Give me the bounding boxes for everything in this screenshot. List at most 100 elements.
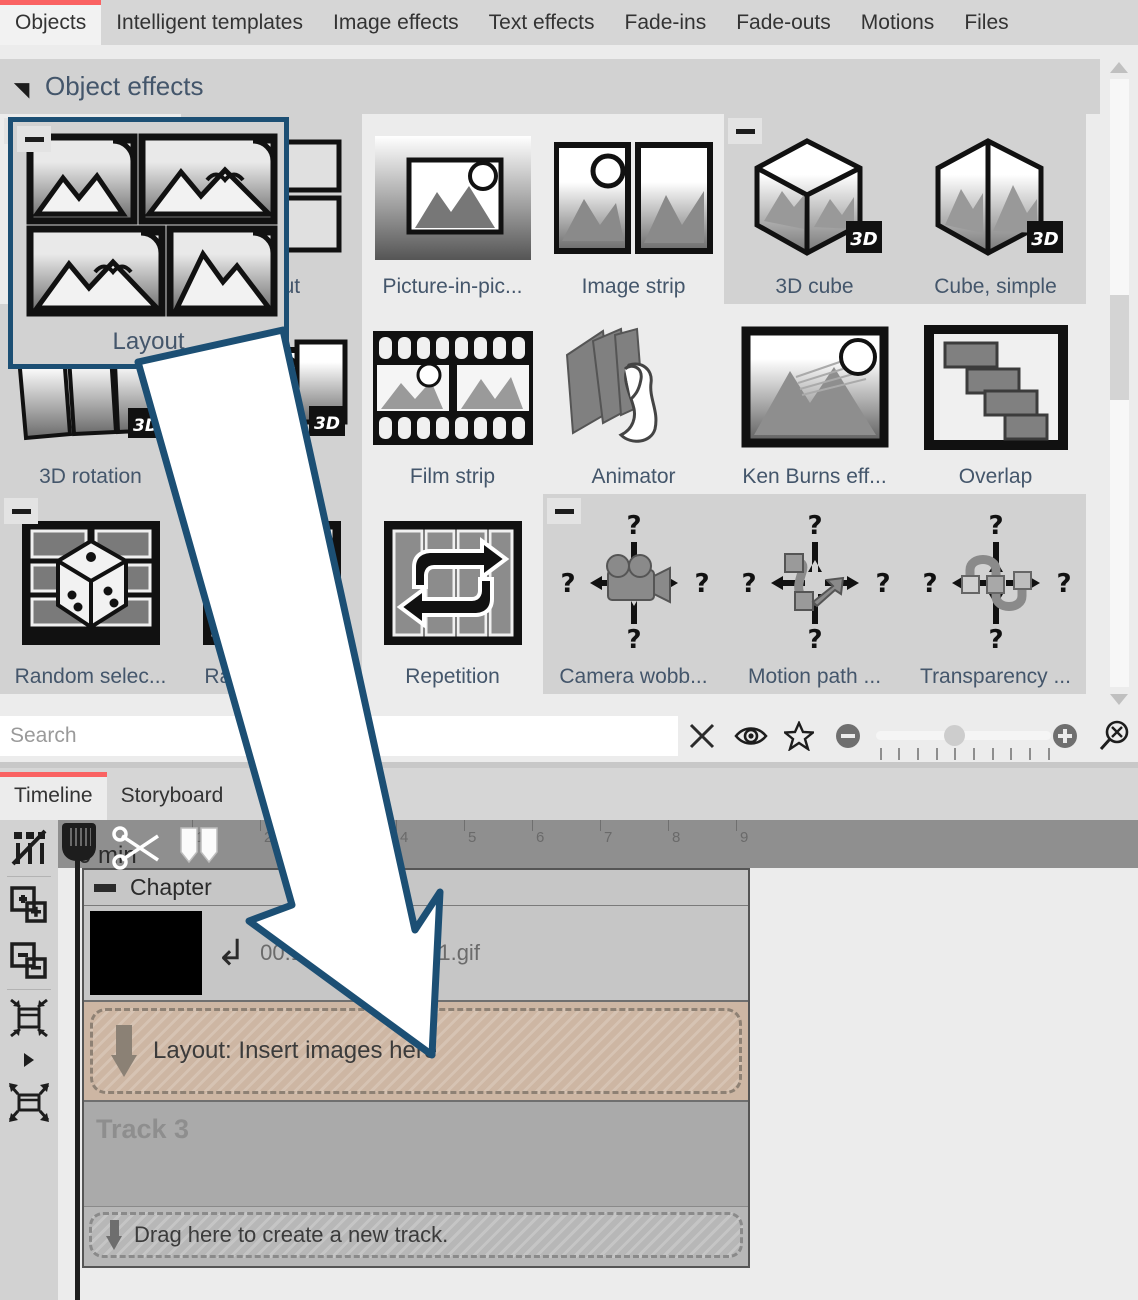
triangle-collapse-icon[interactable] — [14, 75, 37, 98]
eye-icon[interactable] — [727, 710, 775, 762]
tab-fade-ins[interactable]: Fade-ins — [610, 0, 722, 45]
track-row-3[interactable]: Track 3 — [84, 1102, 748, 1207]
effect-item-cube-simple[interactable]: 3D Cube, simple — [905, 114, 1086, 304]
minus-square-icon[interactable] — [728, 118, 762, 144]
tab-text-effects[interactable]: Text effects — [474, 0, 610, 45]
arrow-down-icon — [106, 1220, 122, 1250]
effects-row-3: Random selec... — [0, 494, 1100, 694]
ruler-tick-label: 4 — [400, 829, 408, 846]
minus-square-icon[interactable] — [4, 498, 38, 524]
tab-motions[interactable]: Motions — [846, 0, 950, 45]
effect-item-repetition[interactable]: Repetition — [362, 494, 543, 694]
remove-object-icon[interactable] — [0, 933, 58, 989]
effect-group-shaded-2: 3D 3D cube 3D — [724, 114, 1086, 304]
effect-label: Camera wobb... — [559, 665, 707, 694]
timeline-toolbar — [0, 820, 58, 1300]
toolbar-more-arrow-icon[interactable] — [0, 1046, 58, 1074]
minus-square-icon[interactable] — [547, 498, 581, 524]
timeline-ruler[interactable]: 1 2 3 4 5 6 7 8 9 — [58, 820, 1138, 868]
effect-item-random-order[interactable]: Random order — [181, 494, 362, 694]
film-strip-icon — [362, 304, 543, 465]
clip-thumbnail[interactable] — [90, 911, 202, 995]
tab-image-effects[interactable]: Image effects — [318, 0, 474, 45]
svg-text:3D: 3D — [850, 229, 878, 250]
scroll-up-arrow-icon[interactable] — [1100, 55, 1138, 79]
effect-label: Ken Burns eff... — [742, 465, 886, 494]
layout-grid-icon — [13, 122, 284, 328]
scroll-down-arrow-icon[interactable] — [1100, 687, 1138, 711]
panel-gap — [0, 45, 1138, 59]
tab-label: Files — [964, 11, 1008, 35]
effect-item-picture-in-picture[interactable]: Picture-in-pic... — [362, 114, 543, 304]
effect-item-transparency[interactable]: ? ? ? ? — [905, 494, 1086, 694]
svg-text:?: ? — [922, 569, 937, 599]
tab-intelligent-templates[interactable]: Intelligent templates — [101, 0, 318, 45]
shrink-view-icon[interactable] — [0, 990, 58, 1046]
tab-label: Image effects — [333, 11, 459, 35]
scissors-icon[interactable] — [110, 826, 170, 875]
scrollbar-thumb[interactable] — [1110, 295, 1129, 400]
object-effects-header[interactable]: Object effects — [0, 59, 1100, 114]
marker-split-icon[interactable] — [178, 826, 220, 869]
tab-fade-outs[interactable]: Fade-outs — [721, 0, 846, 45]
ripple-off-icon[interactable] — [0, 820, 58, 876]
effect-label: Picture-in-pic... — [382, 275, 522, 304]
tab-files[interactable]: Files — [949, 0, 1023, 45]
zoom-slider-knob[interactable] — [944, 725, 965, 746]
track-label: Track 3 — [96, 1114, 189, 1144]
zoom-slider[interactable] — [872, 710, 1041, 762]
minus-circle-icon[interactable] — [823, 710, 871, 762]
expand-view-icon[interactable] — [0, 1074, 58, 1130]
star-icon[interactable] — [775, 710, 823, 762]
effect-item-image-strip[interactable]: Image strip — [543, 114, 724, 304]
tab-label: Timeline — [14, 784, 93, 808]
track-row-1[interactable]: ↲ 00:10, x1.gif — [84, 906, 748, 1002]
random-order-shuffle-icon — [181, 494, 362, 665]
clip-duration: 00:10, — [260, 940, 321, 966]
effect-label: Repetition — [405, 665, 500, 694]
effect-item-animator[interactable]: Animator — [543, 304, 724, 494]
minus-square-icon[interactable] — [94, 884, 116, 892]
close-x-icon[interactable] — [678, 710, 726, 762]
svg-text:3D: 3D — [1031, 229, 1059, 250]
effect-item-ken-burns[interactable]: Ken Burns eff... — [724, 304, 905, 494]
repetition-loop-icon — [362, 494, 543, 665]
zoom-slider-ticks — [880, 748, 1050, 760]
magnifier-reset-icon[interactable] — [1090, 710, 1138, 762]
effect-item-film-strip[interactable]: Film strip — [362, 304, 543, 494]
track-row-2[interactable]: Layout: Insert images here — [84, 1002, 748, 1102]
effect-label: 3D cube — [775, 275, 853, 304]
effect-label: Random order — [204, 665, 338, 694]
ken-burns-icon — [724, 304, 905, 465]
effect-group-plain-4: Repetition — [362, 494, 543, 694]
tab-storyboard[interactable]: Storyboard — [107, 772, 238, 820]
new-track-dropzone[interactable]: Drag here to create a new track. — [89, 1212, 743, 1258]
effect-item-3d-cube[interactable]: 3D 3D cube — [724, 114, 905, 304]
search-input[interactable]: Search — [0, 716, 678, 756]
minus-square-icon[interactable] — [17, 126, 51, 152]
effect-label: Transparency ... — [920, 665, 1071, 694]
tab-label: Objects — [15, 11, 86, 35]
effect-item-camera-wobble[interactable]: ? ? ? ? — [543, 494, 724, 694]
add-object-icon[interactable] — [0, 877, 58, 933]
playhead-line[interactable] — [75, 858, 80, 1300]
effect-item-motion-path[interactable]: ? ? ? ? — [724, 494, 905, 694]
ruler-tick-label: 6 — [536, 829, 544, 846]
tab-label: Motions — [861, 11, 935, 35]
ruler-tick-label: 7 — [604, 829, 612, 846]
tab-timeline[interactable]: Timeline — [0, 772, 107, 820]
effect-item-overlap[interactable]: Overlap — [905, 304, 1086, 494]
selected-effect-layout[interactable]: Layout — [8, 117, 289, 369]
effects-scrollbar[interactable] — [1100, 55, 1138, 711]
svg-text:?: ? — [560, 569, 575, 599]
effect-item-random-selection[interactable]: Random selec... — [0, 494, 181, 694]
chapter-row[interactable]: Chapter — [84, 870, 748, 906]
cube-simple-icon: 3D — [905, 114, 1086, 275]
tab-label: Storyboard — [121, 784, 224, 808]
playhead-icon[interactable] — [62, 823, 96, 861]
transparency-icon: ? ? ? ? — [905, 494, 1086, 665]
layout-dropzone[interactable]: Layout: Insert images here — [90, 1008, 742, 1094]
tab-objects[interactable]: Objects — [0, 0, 101, 45]
new-track-row[interactable]: Drag here to create a new track. — [84, 1207, 748, 1263]
ruler-tick-label: 3 — [332, 829, 340, 846]
